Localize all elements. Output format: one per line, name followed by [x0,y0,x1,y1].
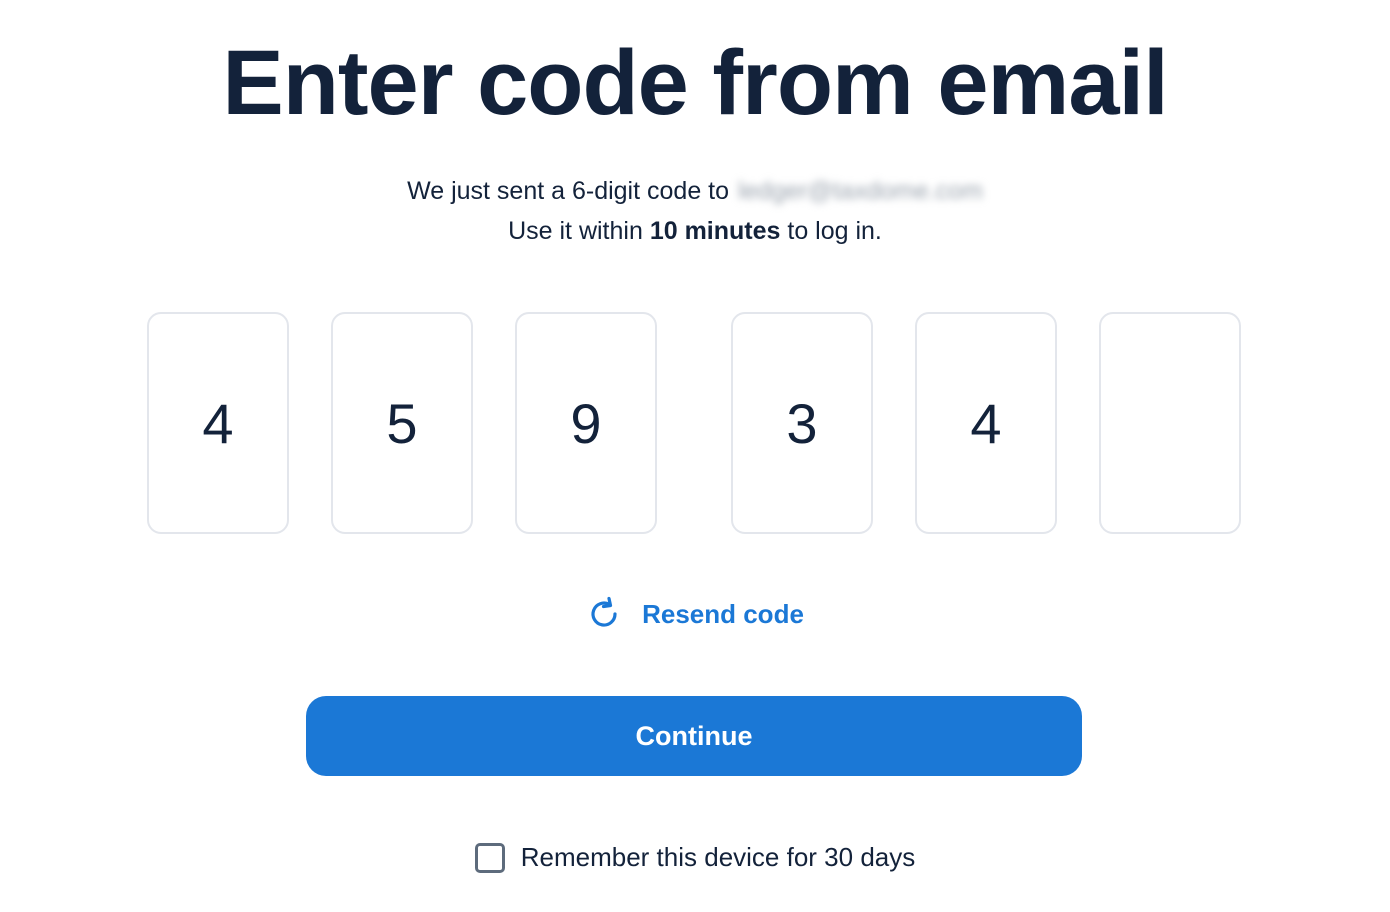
code-digit-2[interactable]: 5 [331,312,473,534]
instructions-line-2-suffix: to log in. [787,217,882,245]
continue-button[interactable]: Continue [306,696,1082,776]
remember-device[interactable]: Remember this device for 30 days [0,842,1390,873]
code-digit-5[interactable]: 4 [915,312,1057,534]
instructions-prefix: We just sent a 6-digit code to [407,177,730,205]
code-digit-3[interactable]: 9 [515,312,657,534]
instructions-line-2-prefix: Use it within [508,217,643,245]
instructions-line-1: We just sent a 6-digit code to ledger@ta… [0,171,1390,211]
code-input-group: 4 5 9 3 4 [0,312,1390,536]
resend-code-link[interactable]: Resend code [0,596,1390,632]
redacted-email: ledger@taxdome.com [737,177,983,205]
page-title: Enter code from email [222,32,1168,134]
resend-code-label: Resend code [642,598,804,629]
code-digit-6[interactable] [1099,312,1241,534]
remember-device-label: Remember this device for 30 days [520,842,916,872]
instructions: We just sent a 6-digit code to ledger@ta… [0,171,1390,251]
code-digit-1[interactable]: 4 [147,312,289,534]
time-limit: 10 minutes [649,217,781,245]
remember-device-checkbox[interactable] [474,842,505,873]
code-digit-4[interactable]: 3 [731,312,873,534]
instructions-line-2: Use it within 10 minutes to log in. [0,211,1390,251]
refresh-icon [586,596,622,632]
